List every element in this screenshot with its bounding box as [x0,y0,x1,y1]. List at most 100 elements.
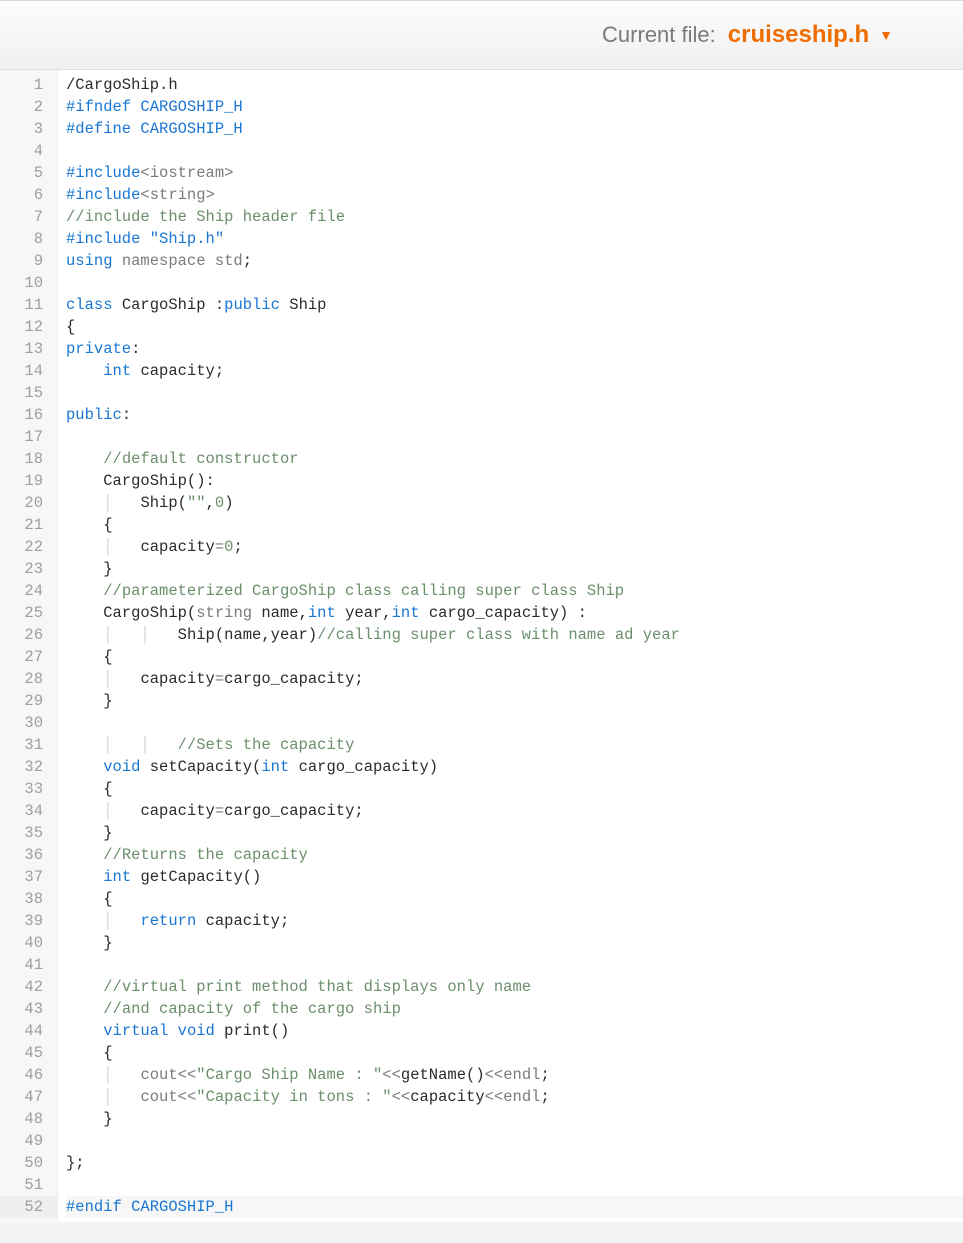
code-line[interactable] [66,426,963,448]
code-line[interactable]: } [66,932,963,954]
code-line[interactable]: │ │ //Sets the capacity [66,734,963,756]
code-line[interactable]: #include<iostream> [66,162,963,184]
code-line[interactable]: virtual void print() [66,1020,963,1042]
code-line[interactable]: using namespace std; [66,250,963,272]
line-number: 35 [0,822,57,844]
code-line[interactable]: CargoShip(): [66,470,963,492]
code-line[interactable]: } [66,822,963,844]
code-line[interactable]: /CargoShip.h [66,74,963,96]
code-line[interactable]: //virtual print method that displays onl… [66,976,963,998]
code-line[interactable]: }; [66,1152,963,1174]
current-file-name[interactable]: cruiseship.h [728,21,869,49]
code-line[interactable]: //Returns the capacity [66,844,963,866]
line-number-gutter: 1234567891011121314151617181920212223242… [0,70,58,1222]
code-token: } [66,1110,113,1128]
code-token: /CargoShip.h [66,76,178,94]
code-token: public [66,406,122,424]
code-line[interactable]: //parameterized CargoShip class calling … [66,580,963,602]
code-token: } [66,692,113,710]
chevron-down-icon[interactable]: ▼ [879,27,893,43]
code-line[interactable]: #include<string> [66,184,963,206]
code-token: CargoShip( [66,604,196,622]
code-token: ) [224,494,233,512]
code-token: void [178,1022,225,1040]
code-line[interactable]: //default constructor [66,448,963,470]
code-token: getCapacity() [140,868,261,886]
code-line[interactable]: //include the Ship header file [66,206,963,228]
code-token: #include "Ship.h" [66,230,224,248]
line-number: 3 [0,118,57,140]
code-line[interactable]: } [66,690,963,712]
line-number: 34 [0,800,57,822]
line-number: 17 [0,426,57,448]
code-line[interactable]: #endif CARGOSHIP_H [66,1196,963,1218]
code-editor[interactable]: 1234567891011121314151617181920212223242… [0,70,963,1222]
code-token: ; [233,538,242,556]
code-token: capacity [140,538,214,556]
code-token: CargoShip [122,296,215,314]
code-line[interactable]: #ifndef CARGOSHIP_H [66,96,963,118]
code-line[interactable]: │ cout<<"Cargo Ship Name : "<<getName()<… [66,1064,963,1086]
line-number: 27 [0,646,57,668]
code-line[interactable] [66,140,963,162]
code-token: private [66,340,131,358]
code-line[interactable]: { [66,888,963,910]
code-line[interactable]: #include "Ship.h" [66,228,963,250]
line-number: 6 [0,184,57,206]
code-token: = [215,802,224,820]
code-line[interactable]: } [66,558,963,580]
code-line[interactable]: void setCapacity(int cargo_capacity) [66,756,963,778]
code-line[interactable]: │ Ship("",0) [66,492,963,514]
code-line[interactable] [66,272,963,294]
code-token: <string> [140,186,214,204]
code-line[interactable]: int getCapacity() [66,866,963,888]
line-number: 46 [0,1064,57,1086]
code-line[interactable]: │ capacity=cargo_capacity; [66,800,963,822]
code-token: << [382,1066,401,1084]
code-token: ; [243,252,252,270]
code-token: : [122,406,131,424]
code-line[interactable]: class CargoShip :public Ship [66,294,963,316]
code-token: return [140,912,205,930]
code-line[interactable]: //and capacity of the cargo ship [66,998,963,1020]
code-token: int [261,758,298,776]
code-line[interactable] [66,1174,963,1196]
line-number: 29 [0,690,57,712]
code-line[interactable] [66,1130,963,1152]
code-line[interactable]: │ │ Ship(name,year)//calling super class… [66,624,963,646]
code-line[interactable]: │ cout<<"Capacity in tons : "<<capacity<… [66,1086,963,1108]
code-line[interactable]: { [66,778,963,800]
code-line[interactable]: │ capacity=0; [66,536,963,558]
code-line[interactable]: { [66,1042,963,1064]
code-token: │ [103,1088,140,1106]
line-number: 1 [0,74,57,96]
code-line[interactable] [66,382,963,404]
code-line[interactable]: { [66,316,963,338]
code-token [66,1000,103,1018]
code-token: endl [503,1066,540,1084]
code-line[interactable]: { [66,646,963,668]
code-line[interactable]: int capacity; [66,360,963,382]
line-number: 20 [0,492,57,514]
code-line[interactable]: │ capacity=cargo_capacity; [66,668,963,690]
code-token: namespace [122,252,215,270]
code-line[interactable]: } [66,1108,963,1130]
code-line[interactable]: public: [66,404,963,426]
code-line[interactable] [66,954,963,976]
code-token [66,450,103,468]
code-token: , [206,494,215,512]
code-line[interactable]: │ return capacity; [66,910,963,932]
code-token: Ship [289,296,326,314]
code-line[interactable]: { [66,514,963,536]
code-token: << [178,1066,197,1084]
code-token: class [66,296,122,314]
line-number: 2 [0,96,57,118]
code-line[interactable] [66,712,963,734]
code-line[interactable]: private: [66,338,963,360]
code-token: }; [66,1154,85,1172]
code-token: cargo_capacity; [224,670,364,688]
code-token: //include the Ship header file [66,208,345,226]
code-line[interactable]: #define CARGOSHIP_H [66,118,963,140]
code-line[interactable]: CargoShip(string name,int year,int cargo… [66,602,963,624]
code-area[interactable]: /CargoShip.h #ifndef CARGOSHIP_H#define C… [58,70,963,1222]
